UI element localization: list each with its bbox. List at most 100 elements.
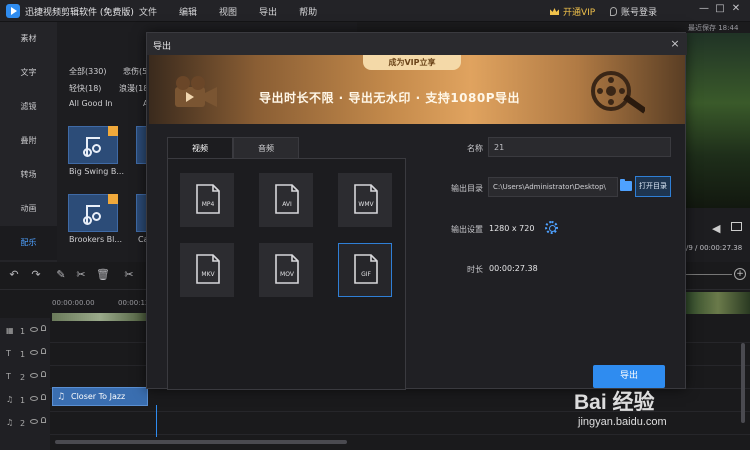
nav-item-music[interactable]: 配乐 (0, 226, 57, 260)
format-gif[interactable]: GIF (338, 243, 392, 297)
eye-icon[interactable] (30, 350, 38, 355)
zoom-in-icon[interactable]: + (734, 268, 746, 280)
audio-clip[interactable]: ♫ Closer To Jazz (52, 387, 148, 406)
menu-file[interactable]: 文件 (139, 5, 157, 18)
track-head-video-1: ▦ 1 (0, 322, 50, 342)
volume-icon[interactable]: ◀ (712, 222, 720, 235)
nav-item-text[interactable]: 文字 (0, 56, 57, 90)
preview-time: /9 / 00:00:27.38 (686, 244, 743, 252)
vip-banner[interactable]: 成为VIP立享 导出时长不限 · 导出无水印 · 支持1080P导出 (149, 55, 685, 124)
format-label: GIF (361, 271, 371, 278)
vip-badge (108, 126, 118, 136)
menu-export[interactable]: 导出 (259, 5, 277, 18)
file-icon (275, 254, 299, 284)
vertical-scrollbar[interactable] (741, 343, 745, 423)
gear-icon[interactable] (545, 221, 558, 234)
dialog-title: 导出 (153, 42, 172, 52)
fullscreen-icon[interactable] (731, 222, 742, 231)
music-track-icon: ♫ (6, 395, 14, 404)
category-romantic[interactable]: 浪漫(18 (119, 83, 148, 94)
crop-icon[interactable]: ✂ (123, 269, 135, 281)
eye-icon[interactable] (30, 327, 38, 332)
category-all[interactable]: 全部(330) (69, 66, 107, 77)
vip-pill: 成为VIP立享 (363, 55, 461, 70)
tile-label: Big Swing B... (69, 167, 124, 176)
music-tile[interactable] (68, 194, 118, 232)
account-label: 账号登录 (621, 8, 658, 18)
undo-icon[interactable]: ↶ (8, 269, 20, 281)
horizontal-scrollbar[interactable] (55, 440, 347, 444)
track-divider (50, 434, 750, 435)
format-wmv[interactable]: WMV (338, 173, 392, 227)
nav-item-transition[interactable]: 转场 (0, 158, 57, 192)
vip-link[interactable]: 开通VIP (550, 5, 595, 18)
lock-icon[interactable] (41, 348, 46, 354)
lock-icon[interactable] (41, 325, 46, 331)
music-tile[interactable] (68, 126, 118, 164)
close-window-button[interactable]: ✕ (728, 3, 744, 14)
menu-help[interactable]: 帮助 (299, 5, 317, 18)
tab-audio[interactable]: 音频 (233, 137, 299, 159)
folder-icon[interactable] (620, 179, 632, 191)
track-number: 2 (20, 419, 26, 428)
format-label: MOV (280, 271, 294, 278)
eye-icon[interactable] (30, 373, 38, 378)
track-head-music-1: ♫ 1 (0, 391, 50, 411)
name-input[interactable]: 21 (488, 137, 671, 157)
category-light[interactable]: 轻快(18) (69, 83, 101, 94)
nav-item-animation[interactable]: 动画 (0, 192, 57, 226)
name-label: 名称 (467, 144, 483, 153)
speaker-icon[interactable] (30, 419, 38, 424)
file-icon (196, 184, 220, 214)
delete-icon[interactable]: 🗑 (96, 269, 110, 281)
app-logo-icon (6, 4, 20, 18)
edit-icon[interactable]: ✎ (55, 269, 67, 281)
tab-video[interactable]: 视频 (167, 137, 233, 159)
file-icon (275, 184, 299, 214)
export-button[interactable]: 导出 (593, 365, 665, 388)
output-dir-input[interactable]: C:\Users\Administrator\Desktop\ (488, 177, 618, 197)
lock-icon[interactable] (41, 394, 46, 400)
nav-item-filter[interactable]: 滤镜 (0, 90, 57, 124)
vip-label: 开通VIP (563, 8, 596, 18)
vip-badge (108, 194, 118, 204)
file-icon (354, 184, 378, 214)
video-preview[interactable] (686, 33, 750, 208)
track-head-text-2: T2 (0, 368, 50, 388)
format-mov[interactable]: MOV (259, 243, 313, 297)
projector-icon (175, 76, 217, 107)
cut-icon[interactable]: ✂ (75, 269, 87, 281)
menu-view[interactable]: 视图 (219, 5, 237, 18)
dialog-close-button[interactable]: × (669, 37, 681, 50)
banner-slogan: 导出时长不限 · 导出无水印 · 支持1080P导出 (259, 91, 521, 105)
speaker-icon[interactable] (30, 396, 38, 401)
account-login-link[interactable]: 账号登录 (610, 5, 657, 18)
music-tile-partial[interactable] (136, 194, 146, 232)
nav-item-material[interactable]: 素材 (0, 22, 57, 56)
track-headers: ▦ 1 T1 T2 ♫ 1 ♫ 2 (0, 318, 50, 450)
format-label: AVI (282, 201, 292, 208)
format-avi[interactable]: AVI (259, 173, 313, 227)
text-track-icon: T (6, 349, 11, 358)
category-all-good[interactable]: All Good In (69, 99, 113, 108)
lock-icon[interactable] (41, 371, 46, 377)
format-mkv[interactable]: MKV (180, 243, 234, 297)
minimize-button[interactable]: — (696, 3, 712, 14)
format-mp4[interactable]: MP4 (180, 173, 234, 227)
open-directory-button[interactable]: 打开目录 (635, 176, 671, 197)
output-dir-label: 输出目录 (451, 184, 483, 193)
maximize-button[interactable]: □ (712, 3, 728, 14)
playhead[interactable] (156, 405, 157, 437)
redo-icon[interactable]: ↷ (30, 269, 42, 281)
zoom-slider[interactable] (686, 274, 732, 275)
video-clip[interactable] (52, 313, 148, 321)
lock-icon[interactable] (41, 417, 46, 423)
app-title: 迅捷视频剪辑软件 (免费版) (25, 8, 134, 18)
preview-controls (686, 208, 750, 263)
menu-edit[interactable]: 编辑 (179, 5, 197, 18)
music-track-icon: ♫ (6, 418, 14, 427)
format-label: MP4 (201, 201, 215, 208)
nav-item-overlay[interactable]: 叠附 (0, 124, 57, 158)
music-note-icon (83, 205, 101, 225)
music-tile-partial[interactable] (136, 126, 146, 164)
